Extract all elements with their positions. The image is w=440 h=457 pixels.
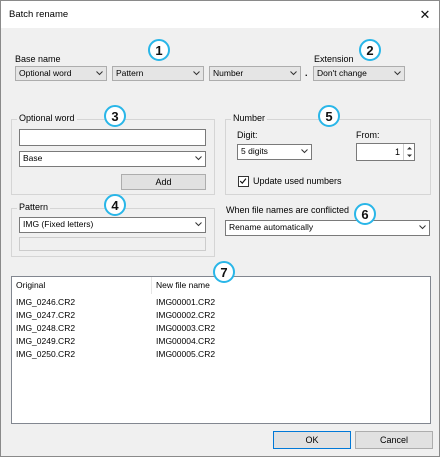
original-cell: IMG_0249.CR2 <box>16 336 76 346</box>
spin-up-icon[interactable] <box>404 144 414 152</box>
base-name-label: Base name <box>15 54 61 64</box>
chevron-down-icon <box>195 156 202 161</box>
extension-dot: . <box>305 68 308 78</box>
new-name-cell: IMG00002.CR2 <box>156 310 216 320</box>
pattern-legend: Pattern <box>17 202 51 212</box>
base-name-field2-value: Pattern <box>116 68 144 78</box>
update-numbers-checkbox[interactable] <box>238 176 249 187</box>
checkmark-icon <box>239 178 247 184</box>
from-spinner[interactable]: 1 <box>356 143 415 161</box>
number-legend: Number <box>231 113 268 123</box>
optional-word-legend: Optional word <box>17 113 77 123</box>
callout-4: 4 <box>104 194 126 216</box>
base-name-field2-select[interactable]: Pattern <box>112 66 204 81</box>
base-name-field3-value: Number <box>213 68 244 78</box>
conflict-label: When file names are conflicted <box>226 205 350 215</box>
update-numbers-label: Update used numbers <box>253 176 342 186</box>
chevron-down-icon <box>419 225 426 230</box>
optional-word-dropdown[interactable]: Base <box>19 151 206 167</box>
title-bar: Batch rename ✕ <box>1 1 439 29</box>
column-header-new-name[interactable]: New file name <box>152 277 430 294</box>
spin-down-icon[interactable] <box>404 152 414 160</box>
pattern-select[interactable]: IMG (Fixed letters) <box>19 217 206 233</box>
chevron-down-icon <box>195 222 202 227</box>
new-name-cell: IMG00003.CR2 <box>156 323 216 333</box>
extension-label: Extension <box>314 54 354 64</box>
conflict-value: Rename automatically <box>229 222 314 232</box>
column-header-original[interactable]: Original <box>12 277 152 294</box>
callout-5: 5 <box>318 105 340 127</box>
spinner-buttons[interactable] <box>403 144 414 160</box>
original-cell: IMG_0248.CR2 <box>16 323 76 333</box>
ok-button[interactable]: OK <box>273 431 351 449</box>
original-cell: IMG_0250.CR2 <box>16 349 76 359</box>
callout-2: 2 <box>359 39 381 61</box>
chevron-down-icon <box>394 71 401 76</box>
conflict-select[interactable]: Rename automatically <box>225 220 430 236</box>
file-list[interactable]: Original New file name IMG_0246.CR2 IMG0… <box>11 276 431 424</box>
chevron-down-icon <box>193 71 200 76</box>
close-icon[interactable]: ✕ <box>417 7 433 23</box>
from-label: From: <box>356 130 380 140</box>
original-cell: IMG_0247.CR2 <box>16 310 76 320</box>
chevron-down-icon <box>301 149 308 154</box>
digit-label: Digit: <box>237 130 258 140</box>
digit-select[interactable]: 5 digits <box>237 144 312 160</box>
pattern-text-disabled <box>19 237 206 251</box>
base-name-field1-select[interactable]: Optional word <box>15 66 107 81</box>
chevron-down-icon <box>96 71 103 76</box>
new-name-cell: IMG00004.CR2 <box>156 336 216 346</box>
extension-value: Don't change <box>317 68 367 78</box>
callout-3: 3 <box>104 105 126 127</box>
pattern-value: IMG (Fixed letters) <box>23 219 94 229</box>
optional-word-dropdown-value: Base <box>23 153 43 163</box>
digit-value: 5 digits <box>241 146 268 156</box>
cancel-button[interactable]: Cancel <box>355 431 433 449</box>
chevron-down-icon <box>290 71 297 76</box>
new-name-cell: IMG00005.CR2 <box>156 349 216 359</box>
optional-word-input[interactable] <box>19 129 206 146</box>
new-name-cell: IMG00001.CR2 <box>156 297 216 307</box>
base-name-field1-value: Optional word <box>19 68 72 78</box>
callout-7: 7 <box>213 261 235 283</box>
from-value: 1 <box>394 147 400 157</box>
batch-rename-dialog: Batch rename ✕ Base name Optional word P… <box>0 0 440 457</box>
callout-6: 6 <box>354 203 376 225</box>
window-title: Batch rename <box>9 9 69 20</box>
original-cell: IMG_0246.CR2 <box>16 297 76 307</box>
add-button[interactable]: Add <box>121 174 206 190</box>
base-name-field3-select[interactable]: Number <box>209 66 301 81</box>
callout-1: 1 <box>148 39 170 61</box>
extension-select[interactable]: Don't change <box>313 66 405 81</box>
